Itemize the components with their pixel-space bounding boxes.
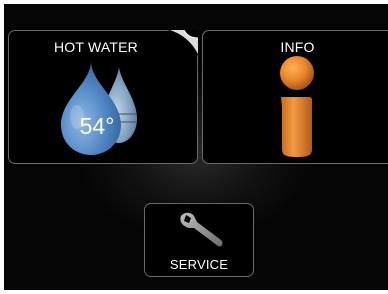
main-menu-screen: HOT WATER 54° INFO SERVICE xyxy=(4,4,388,290)
page-curl-icon xyxy=(168,30,198,56)
hot-water-tile[interactable]: HOT WATER 54° xyxy=(8,30,198,164)
service-tile[interactable]: SERVICE xyxy=(144,203,254,277)
water-drops-icon xyxy=(61,61,137,155)
service-label: SERVICE xyxy=(169,257,229,272)
hot-water-temperature: 54° xyxy=(79,113,115,139)
hot-water-label: HOT WATER xyxy=(54,39,138,55)
wrench-icon xyxy=(180,212,223,247)
info-icon xyxy=(280,56,314,157)
info-tile[interactable]: INFO xyxy=(202,30,388,164)
